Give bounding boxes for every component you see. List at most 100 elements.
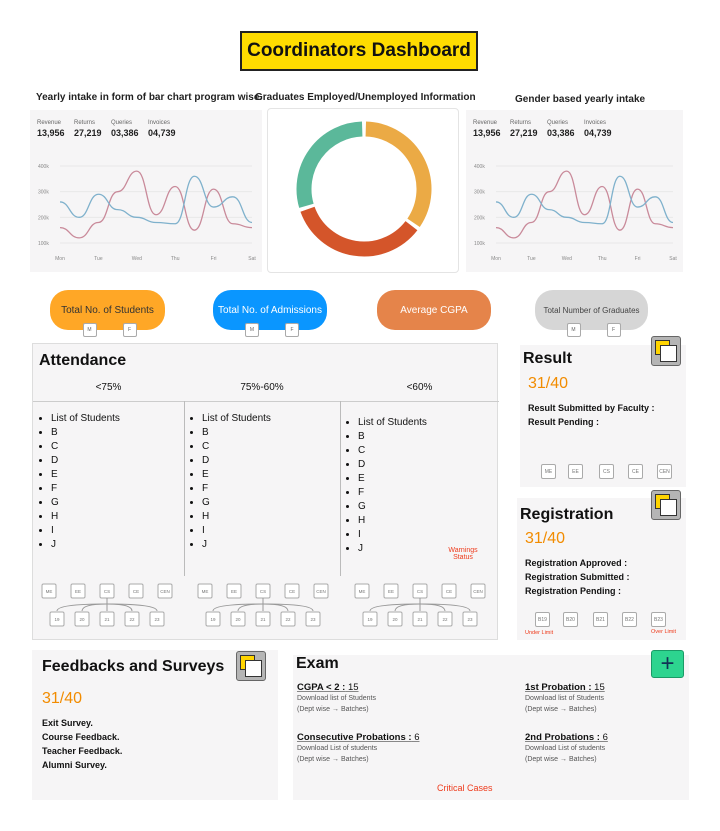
- list-item[interactable]: C: [202, 441, 271, 452]
- list-item[interactable]: J: [51, 539, 120, 550]
- divider: [184, 401, 185, 576]
- batch-label: 23: [467, 617, 473, 622]
- list-item[interactable]: I: [51, 525, 120, 536]
- download-link[interactable]: Download list of Students: [297, 693, 376, 704]
- y-tick-label: 200k: [38, 215, 49, 221]
- list-item[interactable]: C: [358, 445, 427, 456]
- list-item[interactable]: D: [202, 455, 271, 466]
- exam-item-heading[interactable]: Consecutive Probations : 6: [297, 732, 420, 743]
- gender-filter-button[interactable]: M: [566, 323, 581, 337]
- exam-item-label: CGPA < 2 :: [297, 682, 346, 693]
- dept-label: ME: [46, 589, 53, 594]
- dept-button[interactable]: CEN: [657, 464, 672, 479]
- list-item[interactable]: D: [51, 455, 120, 466]
- dept-button[interactable]: CE: [628, 464, 643, 479]
- list-item[interactable]: H: [358, 515, 427, 526]
- list-item[interactable]: G: [202, 497, 271, 508]
- info-line: Registration Submitted :: [525, 572, 630, 582]
- exam-item-label: Consecutive Probations :: [297, 732, 412, 743]
- dept-label: CE: [446, 589, 452, 594]
- dept-button[interactable]: ME: [541, 464, 556, 479]
- exam-item-heading[interactable]: 1st Probation : 15: [525, 682, 605, 693]
- batch-label: 22: [442, 617, 448, 622]
- stat-pill[interactable]: Total Number of Graduates M F: [535, 290, 648, 337]
- list-item[interactable]: F: [51, 483, 120, 494]
- info-line: Alumni Survey.: [42, 760, 107, 770]
- gender-filter-button[interactable]: F: [606, 323, 621, 337]
- stat-pill[interactable]: Average CGPA: [377, 290, 491, 330]
- list-item[interactable]: I: [202, 525, 271, 536]
- divider: [340, 401, 341, 576]
- y-tick-label: 300k: [474, 190, 485, 196]
- batch-button[interactable]: B22: [622, 612, 637, 627]
- x-tick-label: Sat: [669, 256, 677, 262]
- batch-button[interactable]: B23: [651, 612, 666, 627]
- batch-label: 20: [392, 617, 398, 622]
- page-title: Coordinators Dashboard: [240, 31, 478, 71]
- list-item[interactable]: F: [358, 487, 427, 498]
- gender-filter-button[interactable]: F: [122, 323, 137, 337]
- list-item[interactable]: List of Students: [358, 417, 427, 428]
- list-item[interactable]: F: [202, 483, 271, 494]
- copy-icon[interactable]: [236, 651, 266, 681]
- list-item[interactable]: E: [358, 473, 427, 484]
- donut-slice: [365, 121, 432, 228]
- dept-label: ME: [359, 589, 366, 594]
- list-item[interactable]: G: [51, 497, 120, 508]
- copy-icon[interactable]: [651, 490, 681, 520]
- list-item[interactable]: List of Students: [202, 413, 271, 424]
- list-item[interactable]: E: [202, 469, 271, 480]
- list-item[interactable]: G: [358, 501, 427, 512]
- registration-title: Registration: [520, 506, 614, 523]
- list-item[interactable]: H: [51, 511, 120, 522]
- gender-filter-button[interactable]: M: [82, 323, 97, 337]
- list-item[interactable]: H: [202, 511, 271, 522]
- batch-button[interactable]: B19: [535, 612, 550, 627]
- dept-label: CS: [104, 589, 110, 594]
- exam-item: Consecutive Probations : 6 Download List …: [297, 732, 420, 765]
- graduates-donut-chart: [296, 121, 432, 257]
- add-icon[interactable]: +: [651, 650, 684, 678]
- dept-label: CE: [133, 589, 139, 594]
- batch-label: 22: [129, 617, 135, 622]
- stat-pill[interactable]: Total No. of Students M F: [50, 290, 165, 337]
- list-item[interactable]: B: [51, 427, 120, 438]
- stat-pill[interactable]: Total No. of Admissions M F: [213, 290, 327, 337]
- list-item[interactable]: B: [202, 427, 271, 438]
- batch-label: 19: [210, 617, 216, 622]
- batch-label: 20: [79, 617, 85, 622]
- donut-slice: [300, 206, 418, 257]
- download-link[interactable]: Download List of students: [525, 743, 608, 754]
- list-item[interactable]: C: [51, 441, 120, 452]
- download-link[interactable]: Download list of Students: [525, 693, 605, 704]
- info-line: Exit Survey.: [42, 718, 93, 728]
- exam-item-heading[interactable]: CGPA < 2 : 15: [297, 682, 376, 693]
- exam-panel: Exam CGPA < 2 : 15 Download list of Stude…: [293, 655, 689, 800]
- gender-filter-button[interactable]: F: [285, 323, 299, 337]
- list-item[interactable]: D: [358, 459, 427, 470]
- dept-button[interactable]: CS: [599, 464, 614, 479]
- batch-label: 23: [154, 617, 160, 622]
- batch-button[interactable]: B21: [593, 612, 608, 627]
- dept-label: CEN: [473, 589, 483, 594]
- gender-filter-button[interactable]: M: [245, 323, 259, 337]
- list-item[interactable]: B: [358, 431, 427, 442]
- download-link[interactable]: Download List of students: [297, 743, 420, 754]
- list-item[interactable]: E: [51, 469, 120, 480]
- exam-item-heading[interactable]: 2nd Probations : 6: [525, 732, 608, 743]
- list-item[interactable]: List of Students: [51, 413, 120, 424]
- series-line: [59, 175, 253, 225]
- info-line: Registration Approved :: [525, 558, 628, 568]
- result-panel: Result 31/40 Result Submitted by Faculty…: [520, 345, 686, 487]
- feedback-count: 31/40: [42, 690, 83, 707]
- list-item[interactable]: J: [358, 543, 427, 554]
- critical-cases-link[interactable]: Critical Cases: [437, 783, 493, 793]
- copy-icon[interactable]: [651, 336, 681, 366]
- x-tick-label: Tue: [94, 256, 103, 262]
- dept-label: EE: [388, 589, 394, 594]
- list-item[interactable]: I: [358, 529, 427, 540]
- x-tick-label: Mon: [491, 256, 501, 262]
- dept-button[interactable]: EE: [568, 464, 583, 479]
- batch-button[interactable]: B20: [563, 612, 578, 627]
- list-item[interactable]: J: [202, 539, 271, 550]
